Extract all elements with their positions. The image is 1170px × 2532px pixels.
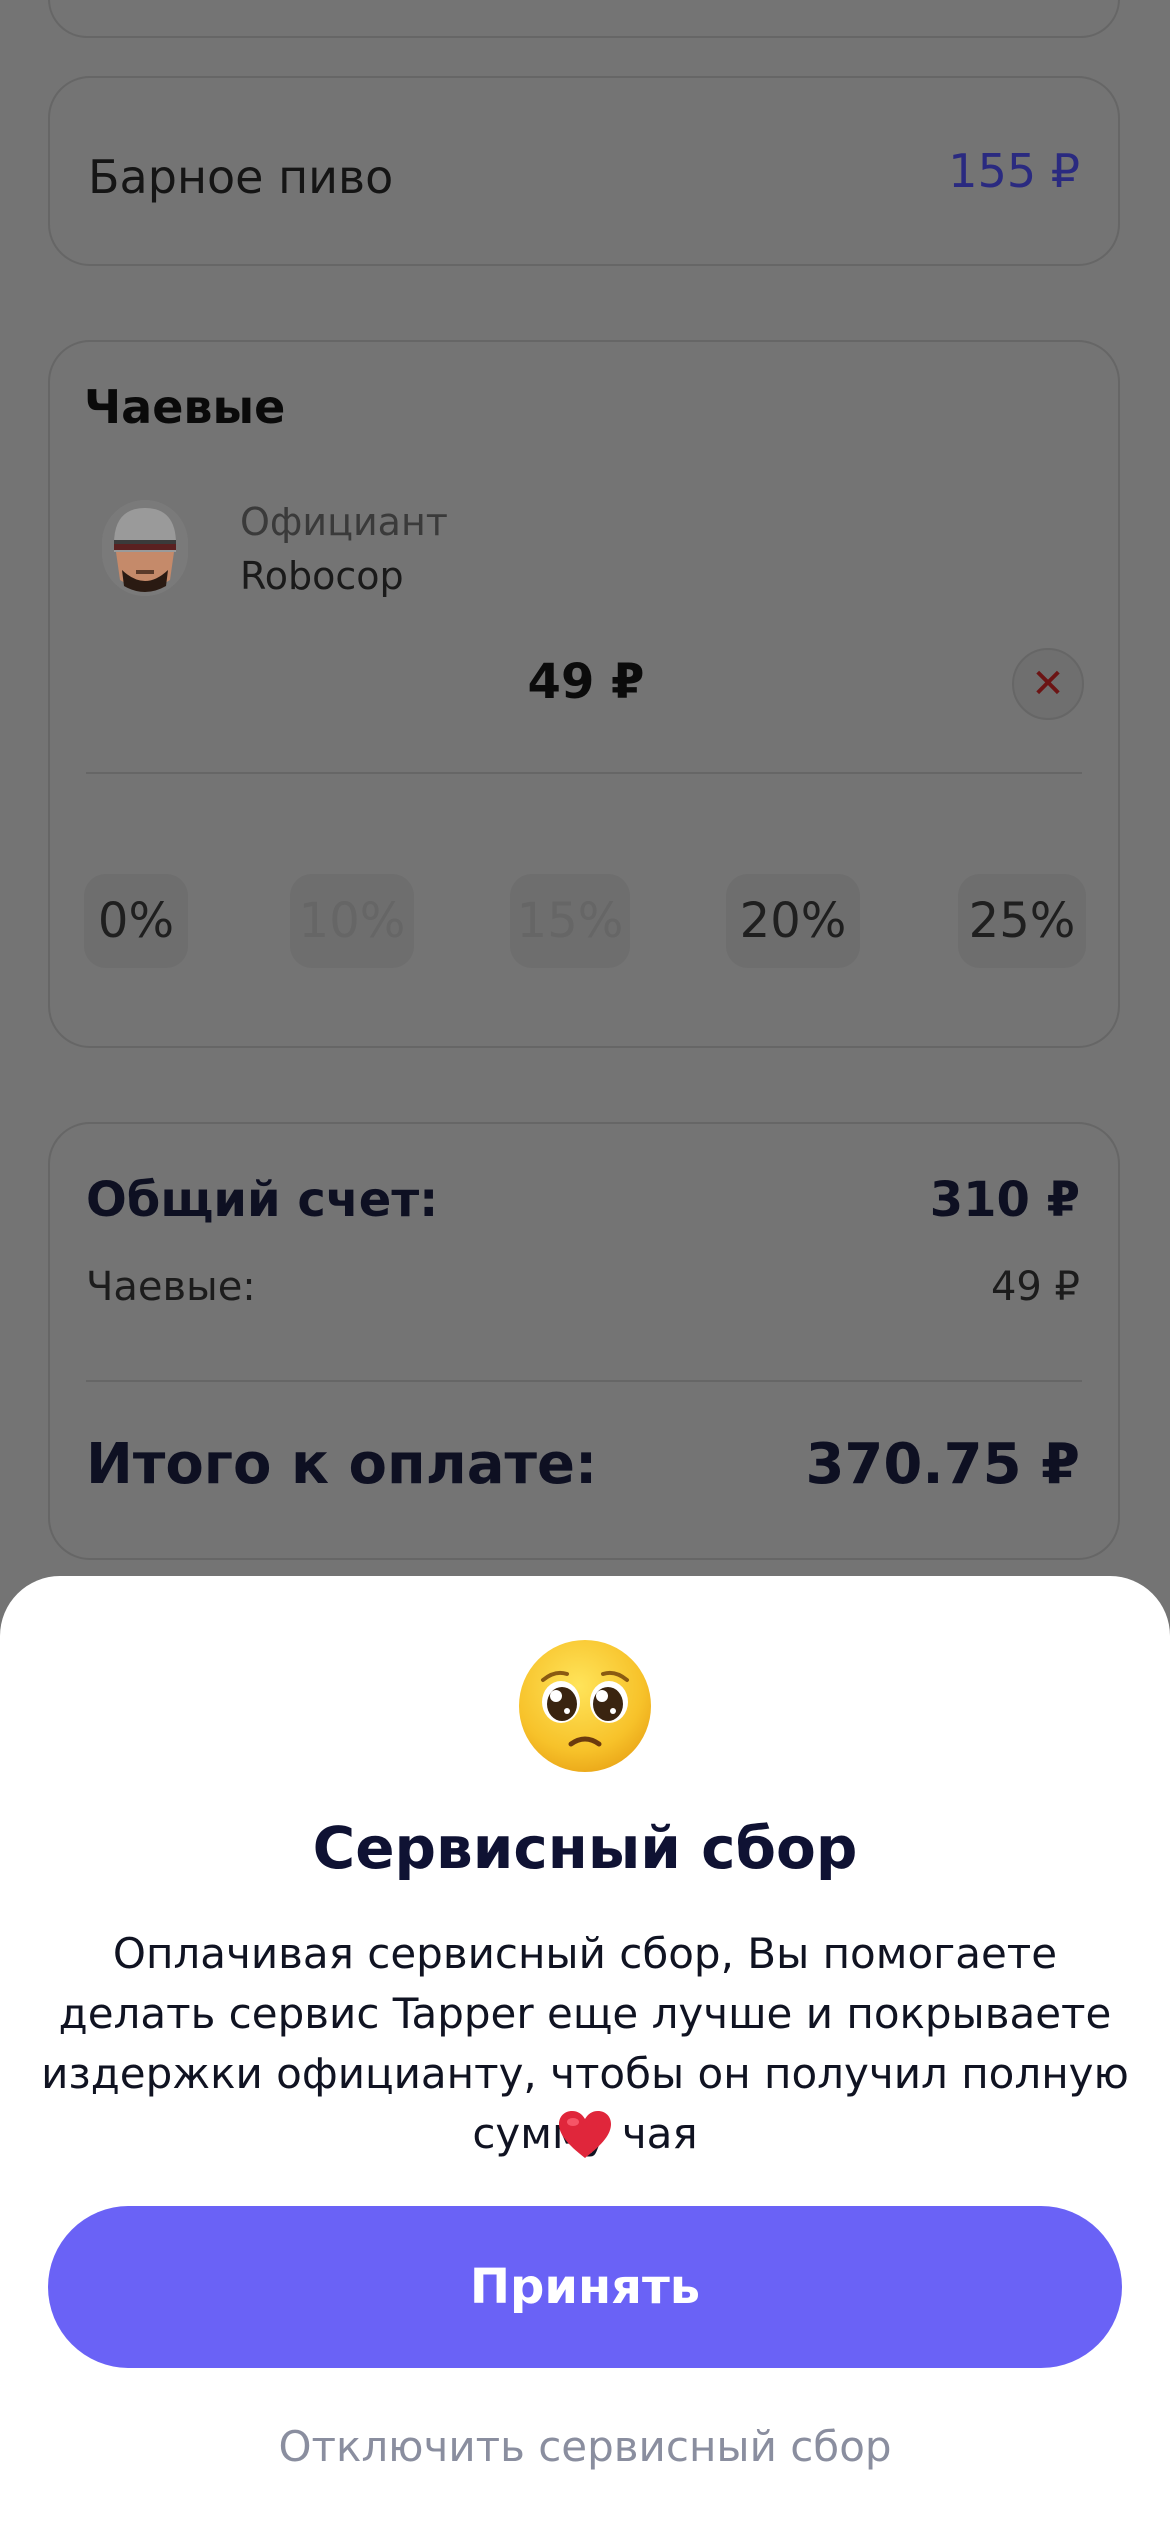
tip-option-label: 15%	[516, 893, 624, 949]
tip-option-label: 20%	[739, 893, 847, 949]
service-fee-sheet: Сервисный сбор Оплачивая сервисный сбор,…	[0, 1576, 1170, 2532]
item-name: Барное пиво	[88, 150, 394, 204]
accept-button[interactable]: Принять	[48, 2206, 1122, 2368]
tip-option-label: 0%	[97, 893, 175, 949]
tip-option-0[interactable]: 0%	[84, 874, 188, 968]
total-value: 370.75 ₽	[805, 1432, 1080, 1497]
waiter-avatar	[102, 500, 188, 596]
tip-option-20[interactable]: 20%	[726, 874, 860, 968]
tips-summary-label: Чаевые:	[86, 1264, 256, 1310]
disable-service-fee-link[interactable]: Отключить сервисный сбор	[0, 2422, 1170, 2471]
robocop-avatar-icon	[102, 500, 188, 596]
order-item-card: Барное пиво 155 ₽	[48, 76, 1120, 266]
tips-title: Чаевые	[84, 380, 286, 434]
tips-summary-value: 49 ₽	[990, 1264, 1080, 1310]
sheet-title: Сервисный сбор	[312, 1814, 858, 1882]
divider	[86, 772, 1082, 774]
summary-card: Общий счет: 310 ₽ Чаевые: 49 ₽ Итого к о…	[48, 1122, 1120, 1560]
pleading-face-emoji-icon	[519, 1640, 651, 1772]
tip-option-label: 10%	[298, 893, 406, 949]
clear-tip-button[interactable]: ✕	[1012, 648, 1084, 720]
tip-option-25[interactable]: 25%	[958, 874, 1086, 968]
waiter-name: Robocop	[240, 554, 404, 598]
red-heart-icon	[559, 2111, 611, 2158]
item-price: 155 ₽	[948, 144, 1080, 198]
tip-amount[interactable]: 49 ₽	[50, 654, 1122, 710]
bill-value: 310 ₽	[929, 1172, 1080, 1228]
close-icon: ✕	[1031, 661, 1065, 707]
previous-card	[48, 0, 1120, 38]
bill-label: Общий счет:	[86, 1172, 439, 1228]
tip-option-label: 25%	[968, 893, 1076, 949]
divider	[86, 1380, 1082, 1382]
tip-option-15[interactable]: 15%	[510, 874, 630, 968]
tip-option-10[interactable]: 10%	[290, 874, 414, 968]
total-label: Итого к оплате:	[86, 1432, 598, 1497]
tips-card: Чаевые Официант Robocop 49 ₽ ✕ 0% 10% 15…	[48, 340, 1120, 1048]
waiter-role: Официант	[240, 500, 448, 544]
